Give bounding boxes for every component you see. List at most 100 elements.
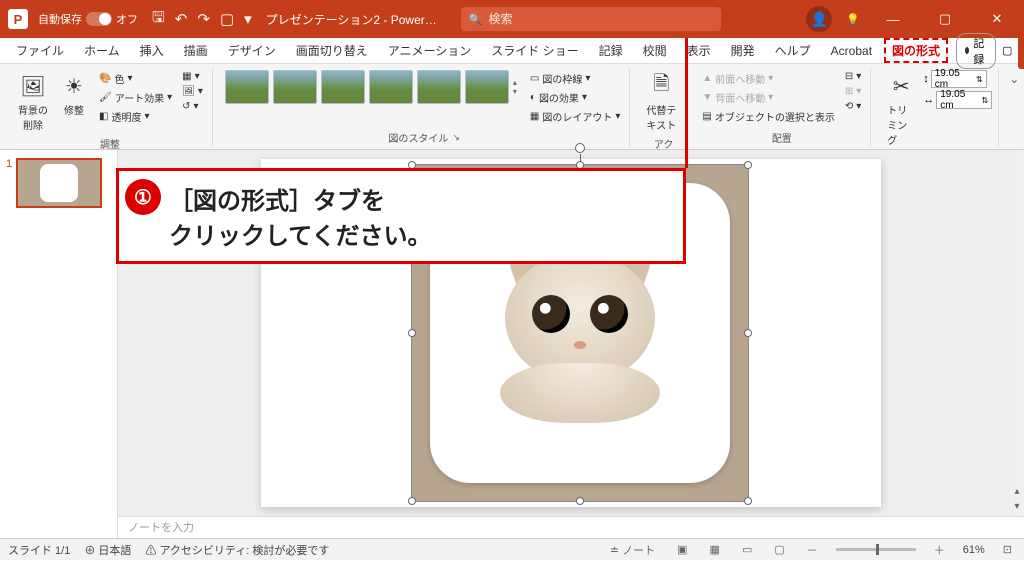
artistic-effects-button[interactable]: 🖌アート効果▾: [96, 89, 175, 106]
notes-pane[interactable]: ノートを入力: [118, 516, 1024, 538]
collapse-ribbon-icon[interactable]: ⌄: [1009, 72, 1019, 86]
notes-toggle-button[interactable]: ≐ ノート: [606, 542, 659, 558]
reset-picture-button[interactable]: ↺▾: [179, 100, 206, 113]
zoom-out-button[interactable]: －: [803, 542, 822, 558]
tab-review[interactable]: 校閲: [635, 38, 675, 63]
alt-text-icon: 🗎: [647, 72, 675, 100]
slideshow-view-icon[interactable]: ▢: [770, 543, 788, 556]
chevron-down-icon: ▾: [768, 73, 773, 84]
picture-style-thumb[interactable]: [225, 70, 269, 104]
dialog-launcher-icon[interactable]: ↘: [452, 132, 460, 143]
search-input[interactable]: [488, 12, 712, 26]
zoom-slider[interactable]: [836, 548, 916, 551]
language-indicator[interactable]: ⊕ 日本語: [84, 542, 131, 558]
picture-style-thumb[interactable]: [417, 70, 461, 104]
corrections-button[interactable]: ☀ 修整: [56, 70, 92, 119]
tab-animations[interactable]: アニメーション: [380, 38, 480, 63]
toggle-switch-icon[interactable]: [86, 12, 112, 26]
maximize-button[interactable]: ▢: [926, 11, 964, 27]
tab-acrobat[interactable]: Acrobat: [823, 40, 880, 62]
tab-help[interactable]: ヘルプ: [767, 38, 819, 63]
autosave-toggle[interactable]: 自動保存 オフ: [38, 11, 138, 27]
resize-handle[interactable]: [408, 497, 416, 505]
crop-button[interactable]: ✂ トリミング: [883, 70, 919, 149]
alt-text-button[interactable]: 🗎 代替テ キスト: [642, 70, 680, 134]
align-button[interactable]: ⊟▾: [842, 70, 864, 83]
transparency-button[interactable]: ◧透明度▾: [96, 108, 175, 125]
picture-style-thumb[interactable]: [321, 70, 365, 104]
tab-design[interactable]: デザイン: [220, 38, 284, 63]
prev-slide-icon[interactable]: ▴: [1014, 486, 1019, 497]
record-button[interactable]: 記録: [956, 33, 996, 69]
color-button[interactable]: 🎨色▾: [96, 70, 175, 87]
redo-icon[interactable]: ↷: [197, 10, 210, 28]
accessibility-label: アクセシビリティ: 検討が必要です: [159, 545, 329, 557]
resize-handle[interactable]: [744, 329, 752, 337]
zoom-level[interactable]: 61%: [963, 544, 985, 556]
width-input[interactable]: 19.05 cm⇅: [936, 91, 992, 109]
chevron-down-icon: ▾: [582, 92, 587, 103]
resize-handle[interactable]: [744, 161, 752, 169]
slide-canvas[interactable]: ① ［図の形式］タブを クリックしてください。: [118, 150, 1024, 516]
picture-effects-button[interactable]: ◐図の効果▾: [527, 89, 623, 106]
spinner-icon[interactable]: ⇅: [982, 96, 989, 105]
search-box[interactable]: 🔍: [461, 7, 721, 31]
zoom-in-button[interactable]: ＋: [930, 542, 949, 558]
tab-home[interactable]: ホーム: [76, 38, 128, 63]
slide-sorter-view-icon[interactable]: ▦: [706, 543, 724, 556]
picture-style-thumb[interactable]: [369, 70, 413, 104]
slide-counter[interactable]: スライド 1/1: [8, 542, 70, 558]
ribbon-group-size: ✂ トリミング ↕ 19.05 cm⇅ ↔ 19.05 cm⇅ サイズ↘: [877, 68, 999, 147]
account-avatar-icon[interactable]: 👤: [806, 6, 832, 32]
tab-picture-format[interactable]: 図の形式: [884, 38, 948, 63]
powerpoint-logo-icon: P: [8, 9, 28, 29]
slide-thumbnail[interactable]: 1: [6, 158, 111, 208]
change-picture-button[interactable]: 🖼▾: [179, 85, 206, 98]
picture-border-button[interactable]: ▭図の枠線▾: [527, 70, 623, 87]
fit-to-window-icon[interactable]: ⊡: [999, 543, 1016, 556]
picture-layout-button[interactable]: ▦図のレイアウト▾: [527, 108, 623, 125]
height-input[interactable]: 19.05 cm⇅: [931, 70, 987, 88]
document-title: プレゼンテーション2 - Power…: [266, 11, 437, 28]
rotation-handle[interactable]: [575, 143, 585, 153]
tab-transitions[interactable]: 画面切り替え: [288, 38, 376, 63]
tab-developer[interactable]: 開発: [723, 38, 763, 63]
picture-style-thumb[interactable]: [465, 70, 509, 104]
group-label-styles: 図のスタイル: [388, 130, 448, 145]
next-slide-icon[interactable]: ▾: [1014, 501, 1019, 512]
tab-slideshow[interactable]: スライド ショー: [483, 38, 586, 63]
selection-pane-button[interactable]: ▤オブジェクトの選択と表示: [699, 108, 837, 125]
send-backward-button[interactable]: ▼背面へ移動▾: [699, 89, 837, 106]
normal-view-icon[interactable]: ▣: [673, 543, 691, 556]
undo-icon[interactable]: ↶: [175, 10, 188, 28]
share-button[interactable]: 👥共有▾: [1018, 33, 1024, 69]
resize-handle[interactable]: [744, 497, 752, 505]
tab-record[interactable]: 記録: [591, 38, 631, 63]
lightbulb-icon[interactable]: 💡: [846, 13, 860, 26]
styles-gallery-more-icon[interactable]: ▴▾: [513, 70, 517, 104]
save-icon[interactable]: 🖫: [152, 7, 165, 32]
tab-file[interactable]: ファイル: [8, 38, 72, 63]
minimize-button[interactable]: —: [874, 12, 912, 27]
compress-pictures-button[interactable]: ▦▾: [179, 70, 206, 83]
spinner-icon[interactable]: ⇅: [976, 75, 983, 84]
title-bar: P 自動保存 オフ 🖫 ↶ ↷ ▢ ▾ プレゼンテーション2 - Power… …: [0, 0, 1024, 38]
reading-view-icon[interactable]: ▭: [738, 543, 756, 556]
resize-handle[interactable]: [576, 497, 584, 505]
tab-draw[interactable]: 描画: [176, 38, 216, 63]
accessibility-status[interactable]: ⚠ アクセシビリティ: 検討が必要です: [145, 542, 329, 558]
bring-forward-button[interactable]: ▲前面へ移動▾: [699, 70, 837, 87]
remove-background-button[interactable]: 🖼 背景の 削除: [14, 70, 52, 134]
group-button[interactable]: ⊞▾: [842, 85, 864, 98]
selection-pane-icon: ▤: [702, 111, 711, 122]
ribbon: 🖼 背景の 削除 ☀ 修整 🎨色▾ 🖌アート効果▾ ◧透明度▾ ▦▾ 🖼▾ ↺▾…: [0, 64, 1024, 150]
close-button[interactable]: ✕: [978, 11, 1016, 27]
tab-insert[interactable]: 挿入: [132, 38, 172, 63]
start-slideshow-icon[interactable]: ▢: [220, 10, 234, 28]
picture-style-thumb[interactable]: [273, 70, 317, 104]
resize-handle[interactable]: [408, 329, 416, 337]
vertical-scrollbar[interactable]: ▴ ▾: [1010, 150, 1024, 516]
qat-more-icon[interactable]: ▾: [244, 10, 252, 28]
rotate-button[interactable]: ⟲▾: [842, 100, 864, 113]
presenter-mode-icon[interactable]: ▢: [1002, 44, 1012, 57]
